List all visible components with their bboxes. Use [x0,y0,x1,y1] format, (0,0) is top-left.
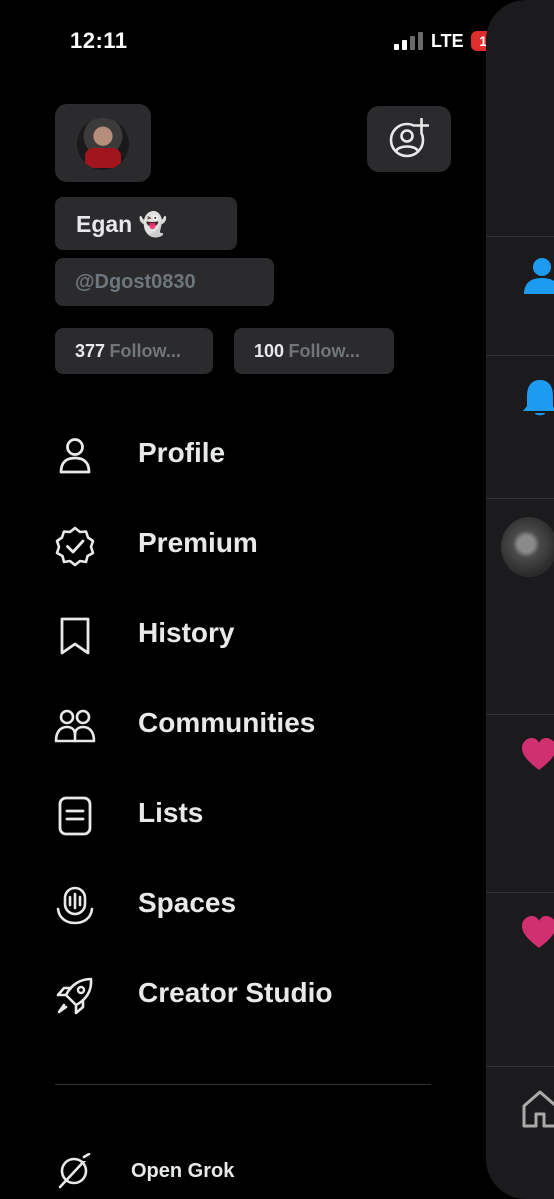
menu-label-profile: Profile [138,437,226,468]
user-handle: @Dgost0830 [75,271,196,293]
menu-item-creator-studio[interactable]: Creator Studio [0,955,470,1035]
communities-icon [54,709,96,743]
display-name: Egan 👻 [76,211,168,237]
menu-item-history[interactable]: History [0,595,470,675]
menu-item-profile[interactable]: Profile [0,415,470,495]
divider [486,498,554,499]
divider [486,1066,554,1067]
home-icon[interactable] [520,1088,554,1128]
rocket-icon [56,977,93,1015]
followers-button[interactable]: 100 Follow... [234,328,394,374]
menu-item-communities[interactable]: Communities [0,685,470,765]
notification-avatar [501,517,554,577]
menu-item-lists[interactable]: Lists [0,775,470,855]
avatar [77,118,129,170]
menu-label-communities: Communities [138,707,316,738]
menu-label-lists: Lists [138,797,204,828]
follow-notification-icon [524,258,554,294]
handle-box[interactable]: @Dgost0830 [55,258,274,306]
menu-label-spaces: Spaces [138,887,237,918]
signal-strength-icon [394,32,424,50]
followers-label: Follow... [288,341,360,361]
followers-count: 100 [254,341,285,361]
bookmark-icon [60,617,90,655]
timeline-peek-panel[interactable] [486,0,554,1199]
add-account-button[interactable] [367,106,451,172]
add-account-icon [389,118,429,158]
menu-label-history: History [138,617,235,648]
divider [486,236,554,237]
following-label: Follow... [109,341,181,361]
menu-item-spaces[interactable]: Spaces [0,865,470,945]
person-icon [59,438,91,474]
menu-label-creator-studio: Creator Studio [138,977,333,1008]
open-grok-link[interactable]: Open Grok [131,1160,234,1183]
menu-item-premium[interactable]: Premium [0,505,470,585]
divider [486,355,554,356]
list-icon [58,796,92,836]
network-type: LTE [431,31,464,51]
spaces-microphone-icon [56,886,94,925]
heart-like-icon [522,738,554,770]
menu-label-premium: Premium [138,527,258,558]
grok-icon[interactable] [56,1153,92,1189]
divider [486,892,554,893]
drawer-divider [55,1084,431,1085]
heart-like-icon [522,916,554,948]
verified-badge-icon [55,526,95,567]
display-name-box[interactable]: Egan 👻 [55,197,237,250]
bell-notification-icon [523,380,554,416]
account-avatar-button[interactable] [55,104,151,182]
status-time: 12:11 [70,28,128,53]
divider [486,714,554,715]
following-count: 377 [75,341,106,361]
following-button[interactable]: 377 Follow... [55,328,213,374]
